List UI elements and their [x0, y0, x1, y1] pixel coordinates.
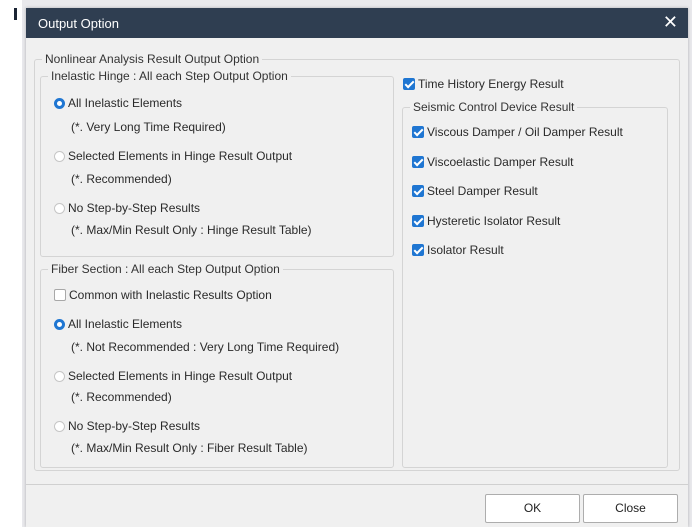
- close-icon[interactable]: ✕: [663, 12, 678, 32]
- background-window: [0, 0, 22, 527]
- title-bar[interactable]: Output Option ✕: [26, 8, 688, 38]
- seismic-item-label: Isolator Result: [427, 243, 504, 257]
- fiber-option-selected-elements-label: Selected Elements in Hinge Result Output: [68, 369, 293, 383]
- close-button[interactable]: Close: [583, 494, 678, 523]
- energy-result-label: Time History Energy Result: [418, 77, 564, 91]
- fiber-option-selected-elements[interactable]: Selected Elements in Hinge Result Output: [54, 369, 292, 383]
- dialog-title: Output Option: [38, 16, 119, 31]
- hinge-option-selected-elements-note: (*. Recommended): [71, 172, 172, 186]
- background-window-edge: [14, 8, 17, 20]
- hinge-option-no-step-note: (*. Max/Min Result Only : Hinge Result T…: [71, 223, 312, 237]
- seismic-item-steel-damper[interactable]: Steel Damper Result: [412, 184, 538, 198]
- checkbox-checked[interactable]: [412, 215, 424, 227]
- checkbox-unchecked[interactable]: [54, 289, 66, 301]
- energy-result-option[interactable]: Time History Energy Result: [403, 77, 564, 91]
- fiber-option-no-step[interactable]: No Step-by-Step Results: [54, 419, 200, 433]
- hinge-option-selected-elements-label: Selected Elements in Hinge Result Output: [68, 149, 293, 163]
- nonlinear-output-legend: Nonlinear Analysis Result Output Option: [45, 52, 260, 66]
- seismic-item-label: Steel Damper Result: [427, 184, 538, 198]
- radio-button-selected[interactable]: [54, 318, 65, 330]
- fiber-option-selected-elements-note: (*. Recommended): [71, 390, 172, 404]
- checkbox-checked[interactable]: [412, 244, 424, 256]
- checkbox-checked[interactable]: [412, 126, 424, 138]
- radio-button[interactable]: [54, 420, 65, 432]
- radio-button[interactable]: [54, 150, 65, 162]
- fiber-option-all-elements-note: (*. Not Recommended : Very Long Time Req…: [71, 340, 340, 354]
- hinge-option-selected-elements[interactable]: Selected Elements in Hinge Result Output: [54, 149, 292, 163]
- fiber-common-option-label: Common with Inelastic Results Option: [69, 288, 272, 302]
- ok-button[interactable]: OK: [485, 494, 580, 523]
- checkbox-checked[interactable]: [412, 156, 424, 168]
- fiber-section-legend: Fiber Section : All each Step Output Opt…: [51, 262, 280, 276]
- seismic-item-viscous-damper[interactable]: Viscous Damper / Oil Damper Result: [412, 125, 623, 139]
- fiber-option-no-step-note: (*. Max/Min Result Only : Fiber Result T…: [71, 441, 308, 455]
- output-option-dialog: Output Option ✕ Nonlinear Analysis Resul…: [26, 8, 688, 527]
- checkbox-checked[interactable]: [412, 185, 424, 197]
- fiber-option-all-elements-label: All Inelastic Elements: [68, 317, 183, 331]
- hinge-option-no-step[interactable]: No Step-by-Step Results: [54, 201, 200, 215]
- hinge-option-all-elements[interactable]: All Inelastic Elements: [54, 96, 182, 110]
- footer-divider: [26, 484, 688, 485]
- seismic-control-legend: Seismic Control Device Result: [413, 100, 575, 114]
- seismic-item-hysteretic-isolator[interactable]: Hysteretic Isolator Result: [412, 214, 560, 228]
- fiber-option-no-step-label: No Step-by-Step Results: [68, 419, 201, 433]
- radio-button[interactable]: [54, 370, 65, 382]
- checkbox-checked[interactable]: [403, 78, 415, 90]
- inelastic-hinge-legend: Inelastic Hinge : All each Step Output O…: [51, 69, 288, 83]
- hinge-option-all-elements-label: All Inelastic Elements: [68, 96, 183, 110]
- seismic-item-label: Viscous Damper / Oil Damper Result: [427, 125, 623, 139]
- fiber-option-all-elements[interactable]: All Inelastic Elements: [54, 317, 182, 331]
- seismic-item-label: Viscoelastic Damper Result: [427, 155, 574, 169]
- radio-button-selected[interactable]: [54, 97, 65, 109]
- seismic-item-viscoelastic-damper[interactable]: Viscoelastic Damper Result: [412, 155, 574, 169]
- hinge-option-all-elements-note: (*. Very Long Time Required): [71, 120, 226, 134]
- radio-button[interactable]: [54, 202, 65, 214]
- fiber-common-option[interactable]: Common with Inelastic Results Option: [54, 288, 272, 302]
- seismic-item-isolator[interactable]: Isolator Result: [412, 243, 504, 257]
- seismic-item-label: Hysteretic Isolator Result: [427, 214, 561, 228]
- hinge-option-no-step-label: No Step-by-Step Results: [68, 201, 201, 215]
